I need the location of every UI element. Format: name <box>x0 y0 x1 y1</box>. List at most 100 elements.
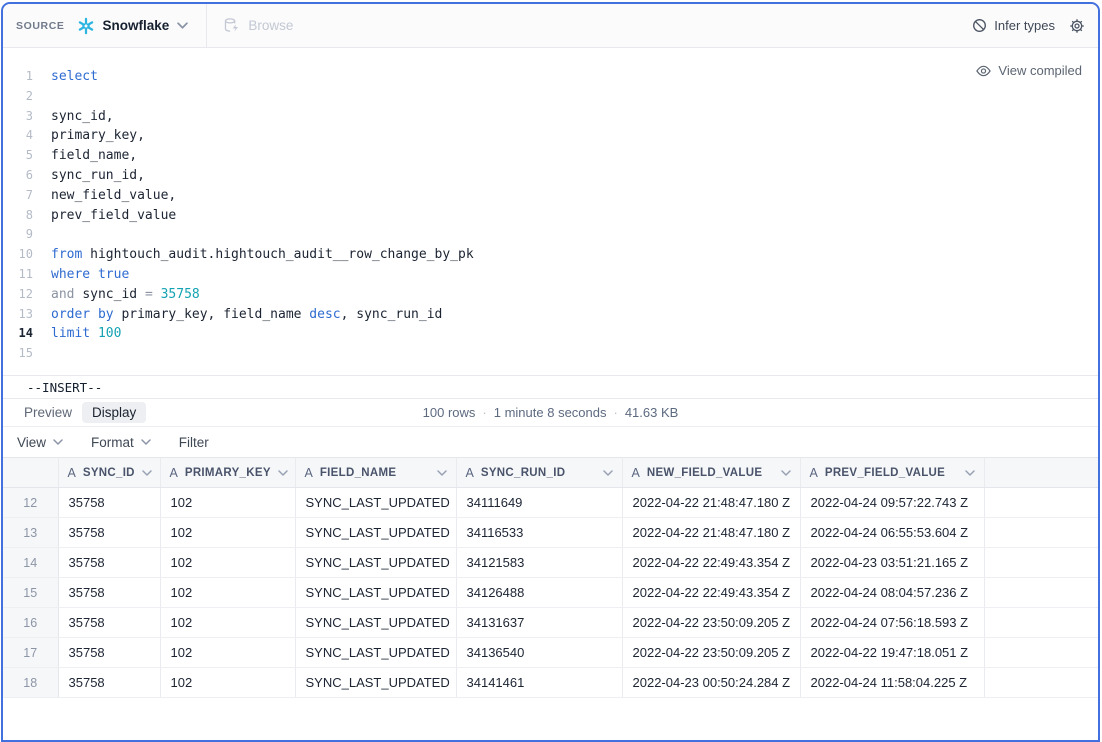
sql-token: primary_key, field_name <box>121 307 309 322</box>
code-text: sync_run_id, <box>33 166 145 186</box>
line-number: 3 <box>3 107 33 127</box>
table-cell: 34121583 <box>456 548 622 578</box>
code-line: 4primary_key, <box>3 126 1098 146</box>
table-cell: 2022-04-24 08:04:57.236 Z <box>800 578 984 608</box>
code-text: from hightouch_audit.hightouch_audit__ro… <box>33 245 474 265</box>
code-line: 12and sync_id = 35758 <box>3 285 1098 305</box>
table-cell: 34136540 <box>456 638 622 668</box>
sql-token: hightouch_audit.hightouch_audit__row_cha… <box>90 247 474 262</box>
sql-token: prev_field_value <box>51 208 176 223</box>
sql-token: 35758 <box>161 287 200 302</box>
empty-cell <box>984 488 1098 518</box>
column-header-primary_key[interactable]: APRIMARY_KEY <box>160 458 295 488</box>
code-line: 14limit 100 <box>3 324 1098 344</box>
view-menu[interactable]: View <box>17 435 63 450</box>
sql-token: = <box>145 287 161 302</box>
line-number: 9 <box>3 225 33 245</box>
empty-cell <box>984 668 1098 698</box>
table-cell: SYNC_LAST_UPDATED <box>295 548 456 578</box>
view-compiled-label: View compiled <box>998 63 1082 78</box>
sql-token: select <box>51 69 98 84</box>
toolbar-divider <box>206 4 207 47</box>
table-cell: SYNC_LAST_UPDATED <box>295 608 456 638</box>
sql-token: 100 <box>98 326 121 341</box>
line-number: 5 <box>3 146 33 166</box>
column-header-sync_id[interactable]: ASYNC_ID <box>58 458 160 488</box>
column-header-sync_run_id[interactable]: ASYNC_RUN_ID <box>456 458 622 488</box>
line-number: 14 <box>3 324 33 344</box>
empty-cell <box>984 518 1098 548</box>
sql-token: new_field_value, <box>51 188 176 203</box>
row-number-cell: 13 <box>3 518 58 548</box>
sql-token: , sync_run_id <box>341 307 443 322</box>
column-header-content: ANEW_FIELD_VALUE <box>623 466 800 480</box>
column-header-prev_field_value[interactable]: APREV_FIELD_VALUE <box>800 458 984 488</box>
code-text: field_name, <box>33 146 137 166</box>
source-selector[interactable]: Snowflake <box>77 17 189 35</box>
sql-editor[interactable]: 1select23sync_id,4primary_key,5field_nam… <box>3 48 1098 375</box>
tab-display[interactable]: Display <box>82 402 146 423</box>
chevron-down-icon <box>437 470 447 476</box>
column-label: SYNC_ID <box>83 467 135 479</box>
chevron-down-icon <box>603 470 613 476</box>
table-cell: 34116533 <box>456 518 622 548</box>
table-cell: 35758 <box>58 668 160 698</box>
code-line: 5 field_name, <box>3 146 1098 166</box>
code-text: limit 100 <box>33 324 121 344</box>
settings-gear-icon[interactable] <box>1069 18 1085 34</box>
table-row: 1535758102SYNC_LAST_UPDATED341264882022-… <box>3 578 1098 608</box>
chevron-down-icon <box>965 470 975 476</box>
row-number-cell: 16 <box>3 608 58 638</box>
format-menu[interactable]: Format <box>91 435 151 450</box>
row-number-cell: 14 <box>3 548 58 578</box>
code-text: where true <box>33 265 129 285</box>
sql-token: order by <box>51 307 121 322</box>
sql-token: from <box>51 247 90 262</box>
eye-icon <box>976 65 991 77</box>
code-text <box>33 344 51 364</box>
row-number-cell: 17 <box>3 638 58 668</box>
stat-value: 41.63 KB <box>625 405 679 420</box>
code-line: 1select <box>3 67 1098 87</box>
infer-types-button[interactable]: Infer types <box>972 18 1055 33</box>
editor-statusbar: --INSERT-- <box>3 375 1098 398</box>
results-tabs-bar: Preview Display 100 rows·1 minute 8 seco… <box>3 398 1098 426</box>
code-text: sync_id, <box>33 107 114 127</box>
line-number: 11 <box>3 265 33 285</box>
column-header-content: APRIMARY_KEY <box>161 466 295 480</box>
text-type-icon: A <box>305 466 313 480</box>
line-number: 8 <box>3 206 33 226</box>
column-header-new_field_value[interactable]: ANEW_FIELD_VALUE <box>622 458 800 488</box>
sql-token: desc <box>309 307 340 322</box>
line-number: 10 <box>3 245 33 265</box>
table-cell: 34126488 <box>456 578 622 608</box>
database-lightning-icon <box>223 17 240 34</box>
table-cell: 2022-04-23 00:50:24.284 Z <box>622 668 800 698</box>
text-type-icon: A <box>810 466 818 480</box>
tab-preview[interactable]: Preview <box>14 402 82 423</box>
filter-menu[interactable]: Filter <box>179 435 209 450</box>
browse-button[interactable]: Browse <box>223 17 293 34</box>
table-cell: SYNC_LAST_UPDATED <box>295 668 456 698</box>
sql-token: and <box>51 287 82 302</box>
table-row: 1735758102SYNC_LAST_UPDATED341365402022-… <box>3 638 1098 668</box>
row-number-header <box>3 458 58 488</box>
table-cell: 34111649 <box>456 488 622 518</box>
source-label: SOURCE <box>16 20 65 32</box>
chevron-down-icon <box>177 22 188 29</box>
view-compiled-button[interactable]: View compiled <box>976 63 1082 78</box>
table-cell: 2022-04-24 09:57:22.743 Z <box>800 488 984 518</box>
table-cell: 35758 <box>58 548 160 578</box>
sql-token: sync_id, <box>51 109 114 124</box>
source-name: Snowflake <box>103 18 170 33</box>
column-header-field_name[interactable]: AFIELD_NAME <box>295 458 456 488</box>
table-cell: 2022-04-24 07:56:18.593 Z <box>800 608 984 638</box>
table-cell: SYNC_LAST_UPDATED <box>295 488 456 518</box>
table-cell: 35758 <box>58 488 160 518</box>
table-cell: 102 <box>160 518 295 548</box>
text-type-icon: A <box>466 466 474 480</box>
source-toolbar: SOURCE Snowflake <box>3 4 1098 48</box>
column-label: PRIMARY_KEY <box>185 467 271 479</box>
sql-token: sync_id <box>82 287 145 302</box>
sql-token: field_name, <box>51 148 137 163</box>
